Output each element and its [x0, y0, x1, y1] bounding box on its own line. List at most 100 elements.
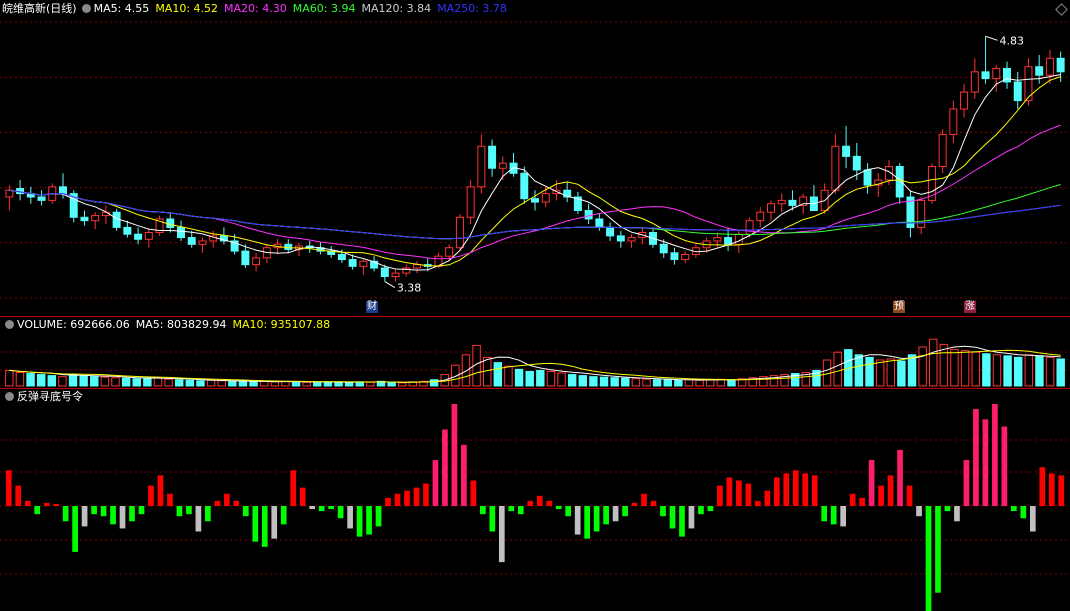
indicator-bar-64 [612, 506, 619, 522]
volume-bar-57 [610, 377, 619, 387]
indicator-bar-5 [53, 503, 59, 506]
candle-body-87 [938, 133, 947, 168]
volume-bar-14 [153, 377, 163, 387]
volume-bar-18 [196, 380, 205, 387]
volume-bar-91 [971, 351, 980, 387]
indicator-bar-15 [148, 485, 154, 506]
volume-bar-78 [833, 351, 842, 387]
indicator-bar-10 [100, 506, 107, 517]
volume-bar-64 [684, 379, 694, 387]
indicator-bar-52 [498, 506, 505, 563]
volume-bar-5 [58, 376, 67, 387]
indicator-bar-62 [593, 506, 600, 532]
candle-body-13 [144, 232, 153, 240]
indicator-bar-33 [318, 506, 325, 512]
indicator-bar-12 [119, 506, 126, 529]
volume-bar-65 [695, 379, 704, 387]
indicator-bar-85 [811, 475, 818, 506]
stock-chart-window: 皖维高新(日线) MA5: 4.55 MA10: 4.52 MA20: 4.30 MA6… [0, 0, 1070, 611]
indicator-bar-108 [1029, 506, 1036, 532]
indicator-bar-32 [309, 506, 316, 510]
indicator-bar-37 [356, 506, 363, 537]
indicator-bar-34 [328, 506, 334, 510]
candle-body-32 [348, 259, 357, 267]
indicator-bar-68 [650, 500, 657, 506]
candle-body-90 [970, 71, 979, 93]
volume-bar-53 [567, 374, 577, 387]
indicator-bar-3 [34, 506, 41, 515]
indicator-bar-61 [584, 506, 590, 539]
indicator-bar-92 [878, 485, 884, 506]
indicator-bar-107 [1020, 506, 1027, 519]
low-pointer [384, 281, 396, 288]
volume-bar-46 [493, 362, 503, 387]
chart-canvas[interactable]: 4.83 3.38 [0, 0, 1070, 611]
candle-body-11 [123, 226, 132, 235]
volume-bar-30 [323, 381, 333, 387]
volume-bar-95 [1013, 356, 1023, 387]
candle-body-89 [960, 91, 969, 110]
low-label: 3.38 [397, 282, 422, 295]
indicator-bar-90 [859, 497, 865, 506]
volume-bar-92 [982, 353, 991, 387]
marker-zhang[interactable]: 涨 [964, 301, 976, 313]
indicator-bar-98 [935, 506, 941, 593]
indicator-bar-4 [43, 502, 50, 506]
indicator-bar-105 [1001, 426, 1008, 506]
indicator-bar-40 [385, 497, 391, 506]
volume-bar-27 [291, 381, 301, 387]
volume-bar-9 [100, 376, 110, 387]
indicator-bar-51 [489, 506, 496, 532]
indicator-bar-87 [830, 506, 837, 525]
candle-body-62 [670, 252, 679, 261]
candle-body-72 [777, 199, 786, 205]
indicator-bar-69 [660, 506, 666, 517]
volume-bar-13 [143, 377, 152, 387]
indicator-bar-96 [916, 506, 922, 517]
volume-bar-99 [1056, 358, 1065, 387]
indicator-bar-89 [849, 493, 856, 506]
volume-bar-15 [164, 378, 173, 387]
indicator-bar-53 [508, 506, 515, 512]
indicator-bar-31 [299, 487, 306, 506]
indicator-bar-58 [555, 506, 562, 510]
volume-bar-66 [706, 379, 715, 387]
candle-body-7 [80, 216, 89, 222]
candle-body-37 [402, 267, 411, 274]
indicator-bar-56 [536, 495, 543, 506]
indicator-bar-100 [954, 506, 960, 522]
indicator-bar-48 [461, 444, 467, 506]
volume-bar-68 [727, 379, 736, 387]
volume-bar-19 [206, 379, 216, 387]
indicator-bar-18 [176, 506, 183, 517]
candle-body-44 [477, 145, 486, 188]
candle-body-73 [788, 199, 797, 206]
indicator-bar-74 [707, 506, 714, 512]
marker-cai[interactable]: 财 [366, 301, 378, 313]
indicator-bar-81 [773, 477, 780, 506]
volume-bar-17 [185, 379, 195, 387]
volume-bar-11 [121, 377, 131, 387]
candle-body-12 [134, 233, 143, 240]
indicator-bar-2 [24, 500, 31, 506]
candle-body-22 [241, 250, 250, 266]
volume-bar-43 [461, 354, 471, 387]
volume-bar-45 [482, 356, 492, 387]
volume-bar-0 [5, 369, 14, 387]
candle-body-23 [252, 257, 261, 266]
volume-bar-16 [175, 379, 184, 387]
volume-bar-90 [960, 350, 970, 387]
volume-bar-1 [15, 371, 25, 387]
candle-body-38 [413, 264, 421, 269]
volume-bar-34 [366, 381, 375, 387]
high-pointer [985, 35, 998, 41]
indicator-bar-27 [261, 506, 268, 547]
indicator-bar-73 [698, 506, 704, 515]
candle-body-49 [531, 198, 539, 203]
volume-bar-37 [398, 382, 407, 387]
volume-bar-60 [642, 378, 651, 387]
indicator-bar-28 [271, 506, 278, 539]
indicator-bar-102 [973, 409, 979, 506]
candle-body-0 [5, 189, 14, 198]
marker-yu[interactable]: 预 [893, 301, 905, 313]
